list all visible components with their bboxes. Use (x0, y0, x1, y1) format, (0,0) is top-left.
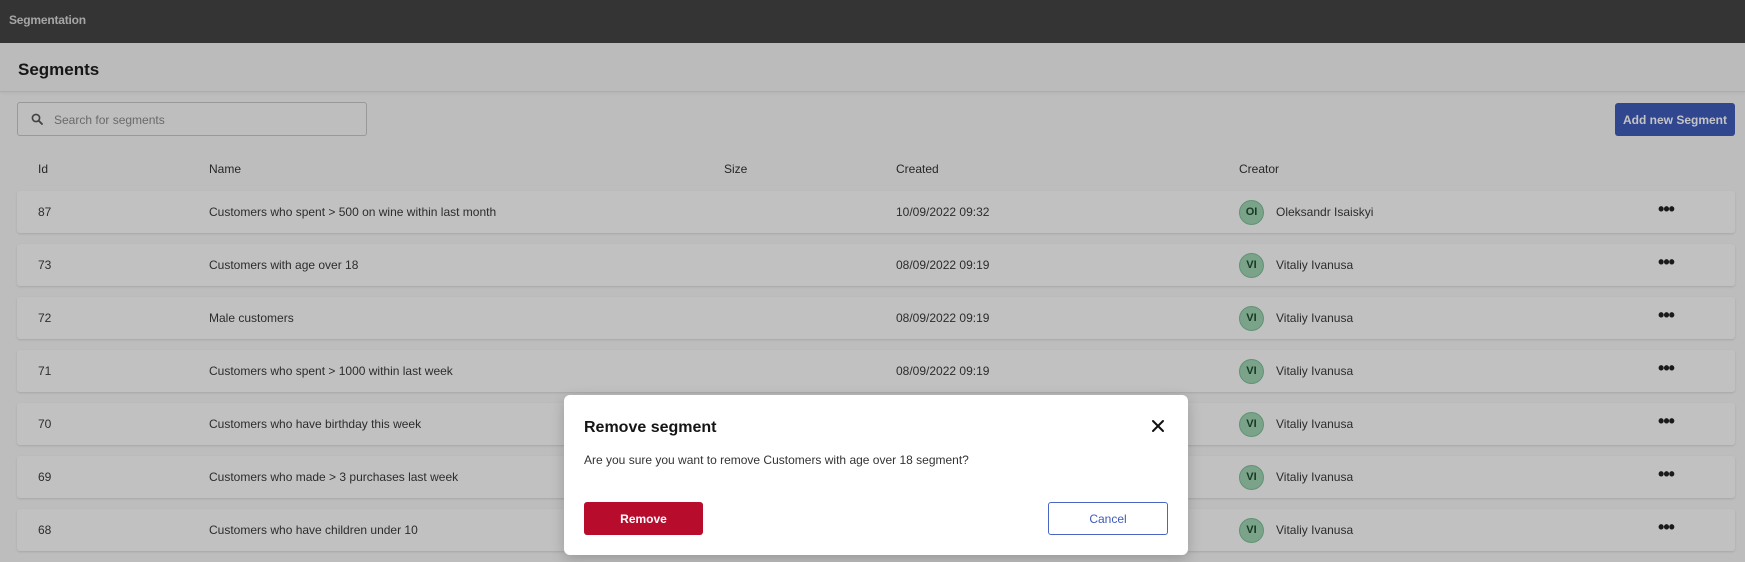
remove-segment-dialog: Remove segment Are you sure you want to … (564, 395, 1188, 555)
remove-button[interactable]: Remove (584, 502, 703, 535)
dialog-message: Are you sure you want to remove Customer… (584, 453, 969, 467)
cancel-button[interactable]: Cancel (1048, 502, 1168, 535)
close-icon[interactable] (1149, 417, 1167, 435)
dialog-title: Remove segment (584, 419, 717, 436)
